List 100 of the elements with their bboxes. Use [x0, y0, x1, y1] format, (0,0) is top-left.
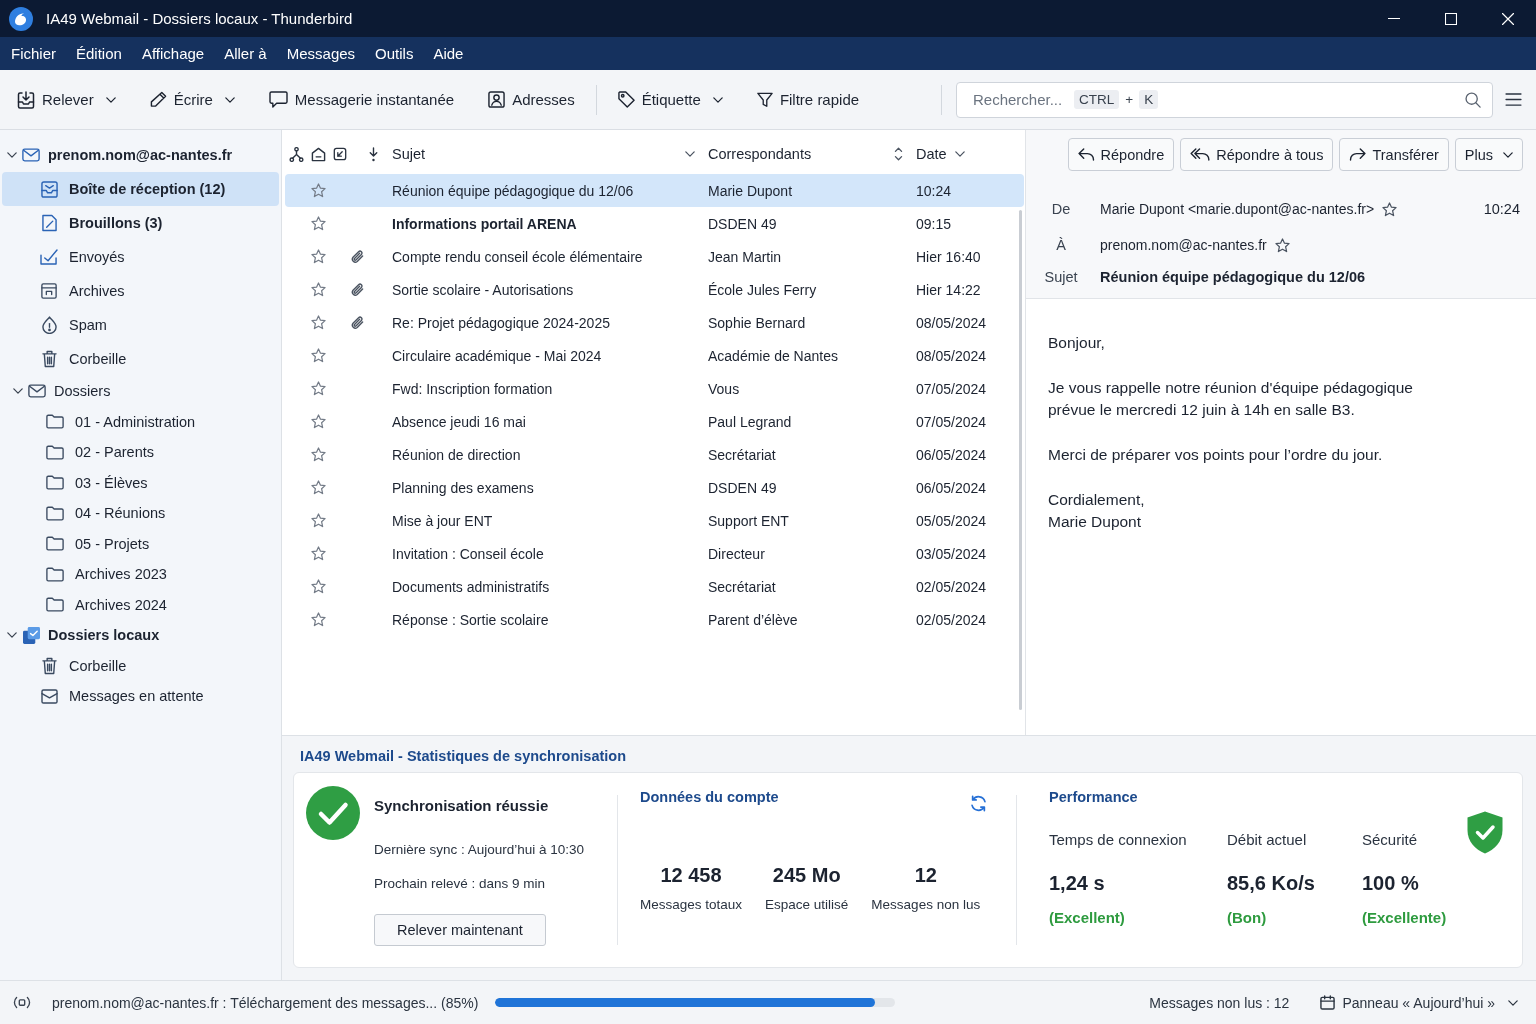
- message-row[interactable]: Absence jeudi 16 mai Paul Legrand 07/05/2024: [285, 405, 1024, 438]
- stat-label: Messages totaux: [640, 896, 743, 914]
- message-row[interactable]: Mise à jour ENT Support ENT 05/05/2024: [285, 504, 1024, 537]
- message-row[interactable]: Informations portail ARENA DSDEN 49 09:15: [285, 207, 1024, 240]
- menu-item[interactable]: Messages: [276, 37, 366, 70]
- menu-item[interactable]: Aide: [423, 37, 474, 70]
- message-subject: Invitation : Conseil école: [392, 545, 544, 562]
- menu-item[interactable]: Édition: [66, 37, 132, 70]
- message-row[interactable]: Réponse : Sortie scolaire Parent d’élève 02/05/2024: [285, 603, 1024, 636]
- folder-item[interactable]: 04 - Réunions: [2, 498, 279, 529]
- star-icon[interactable]: [310, 612, 326, 627]
- reply-button[interactable]: Répondre: [1067, 138, 1175, 171]
- message-row[interactable]: Re: Projet pédagogique 2024-2025 Sophie Bernard 08/05/2024: [285, 306, 1024, 339]
- folder-item[interactable]: Archives 2023: [2, 559, 279, 590]
- message-row[interactable]: Réunion de direction Secrétariat 06/05/2024: [285, 438, 1024, 471]
- reply-all-button[interactable]: Répondre à tous: [1180, 138, 1334, 171]
- broadcast-icon[interactable]: [13, 995, 31, 1010]
- contact-address[interactable]: prenom.nom@ac-nantes.fr: [1100, 237, 1267, 253]
- menu-icon[interactable]: [1505, 93, 1522, 106]
- today-pane-button[interactable]: Panneau « Aujourd’hui »: [1320, 994, 1518, 1011]
- message-subject: Compte rendu conseil école élémentaire: [392, 248, 643, 265]
- chevron-down-icon[interactable]: [13, 388, 23, 395]
- star-icon[interactable]: [310, 216, 326, 231]
- message-row[interactable]: Planning des examens DSDEN 49 06/05/2024: [285, 471, 1024, 504]
- star-icon[interactable]: [310, 348, 326, 363]
- star-icon[interactable]: [310, 315, 326, 330]
- branch-icon[interactable]: [289, 146, 304, 162]
- get-mail-button[interactable]: Relever: [10, 81, 123, 118]
- star-icon[interactable]: [310, 183, 326, 198]
- message-time: 10:24: [1483, 201, 1520, 217]
- metric-label: Temps de connexion: [1049, 830, 1187, 850]
- write-button[interactable]: Écrire: [142, 81, 242, 118]
- folder-item[interactable]: Corbeille: [2, 650, 279, 681]
- search-icon[interactable]: [1465, 91, 1481, 108]
- message-paragraph: Cordialement, Marie Dupont: [1048, 490, 1145, 532]
- menu-item[interactable]: Outils: [365, 37, 424, 70]
- message-row[interactable]: Fwd: Inscription formation Vous 07/05/2024: [285, 372, 1024, 405]
- folder-item[interactable]: Archives 2024: [2, 589, 279, 620]
- star-icon[interactable]: [310, 447, 326, 462]
- folder-item[interactable]: Messages en attente: [2, 681, 279, 712]
- star-icon[interactable]: [1382, 201, 1398, 217]
- message-subject: Planning des examens: [392, 479, 534, 496]
- column-header[interactable]: Sujet: [392, 136, 708, 172]
- metric-value: 100 %: [1362, 871, 1419, 896]
- star-icon[interactable]: [310, 414, 326, 429]
- sync-now-button[interactable]: Relever maintenant: [374, 914, 546, 946]
- minimize-icon[interactable]: [1387, 18, 1400, 19]
- message-subject: Re: Projet pédagogique 2024-2025: [392, 314, 610, 331]
- star-icon[interactable]: [310, 282, 326, 297]
- tag-button[interactable]: Étiquette: [610, 81, 730, 118]
- refresh-icon[interactable]: [970, 795, 987, 812]
- contacts-button[interactable]: Adresses: [481, 81, 582, 118]
- close-icon[interactable]: [1501, 12, 1514, 25]
- tray-check-icon: [40, 249, 58, 265]
- folder-item[interactable]: Archives: [2, 274, 279, 308]
- message-row[interactable]: Invitation : Conseil école Directeur 03/05/2024: [285, 537, 1024, 570]
- folder-item[interactable]: 03 - Élèves: [2, 467, 279, 498]
- folder-item[interactable]: Dossiers: [2, 376, 279, 407]
- column-header[interactable]: Date: [916, 136, 1025, 172]
- folder-item[interactable]: Brouillons (3): [2, 206, 279, 240]
- window-title: IA49 Webmail - Dossiers locaux - Thunderbird: [46, 10, 353, 27]
- menu-item[interactable]: Aller à: [214, 37, 277, 70]
- message-paragraph: Bonjour,: [1048, 333, 1105, 353]
- filter-button[interactable]: Filtre rapide: [749, 81, 867, 118]
- maximize-icon[interactable]: [1444, 12, 1457, 25]
- star-icon[interactable]: [310, 546, 326, 561]
- folder-item[interactable]: Spam: [2, 308, 279, 342]
- more-button[interactable]: Plus: [1454, 138, 1523, 171]
- message-row[interactable]: Sortie scolaire - Autorisations École Jules Ferry Hier 14:22: [285, 273, 1024, 306]
- account-item[interactable]: Dossiers locaux: [2, 620, 279, 651]
- chat-button[interactable]: Messagerie instantanée: [261, 81, 462, 118]
- chevron-down-icon[interactable]: [7, 632, 17, 639]
- message-row[interactable]: Réunion équipe pédagogique du 12/06 Marie Dupont 10:24: [285, 174, 1024, 207]
- star-icon[interactable]: [310, 513, 326, 528]
- star-icon[interactable]: [310, 381, 326, 396]
- star-icon[interactable]: [1274, 237, 1290, 253]
- column-header[interactable]: Correspondants: [708, 136, 916, 172]
- star-icon[interactable]: [310, 579, 326, 594]
- folder-item[interactable]: Boîte de réception (12): [2, 172, 279, 206]
- folder-item[interactable]: 05 - Projets: [2, 528, 279, 559]
- chevron-down-icon[interactable]: [7, 152, 17, 158]
- contact-address[interactable]: Marie Dupont <marie.dupont@ac-nantes.fr>: [1100, 201, 1375, 217]
- folder-item[interactable]: Envoyés: [2, 240, 279, 274]
- folder-item[interactable]: 02 - Parents: [2, 437, 279, 468]
- forward-button[interactable]: Transférer: [1339, 138, 1449, 171]
- menu-item[interactable]: Affichage: [131, 37, 215, 70]
- arrow-down-icon[interactable]: [367, 146, 380, 162]
- menu-item[interactable]: Fichier: [1, 37, 66, 70]
- star-icon[interactable]: [310, 249, 326, 264]
- message-row[interactable]: Circulaire académique - Mai 2024 Académie de Nantes 08/05/2024: [285, 339, 1024, 372]
- account-item[interactable]: prenom.nom@ac-nantes.fr: [2, 138, 279, 172]
- folder-item[interactable]: 01 - Administration: [2, 406, 279, 437]
- message-row[interactable]: Compte rendu conseil école élémentaire Jean Martin Hier 16:40: [285, 240, 1024, 273]
- message-row[interactable]: Documents administratifs Secrétariat 02/05/2024: [285, 570, 1024, 603]
- house-icon[interactable]: [311, 146, 326, 162]
- message-correspondent: Support ENT: [708, 512, 789, 529]
- scrollbar[interactable]: [1019, 210, 1022, 710]
- folder-item[interactable]: Corbeille: [2, 342, 279, 376]
- star-icon[interactable]: [310, 480, 326, 495]
- message-date: 06/05/2024: [916, 446, 987, 463]
